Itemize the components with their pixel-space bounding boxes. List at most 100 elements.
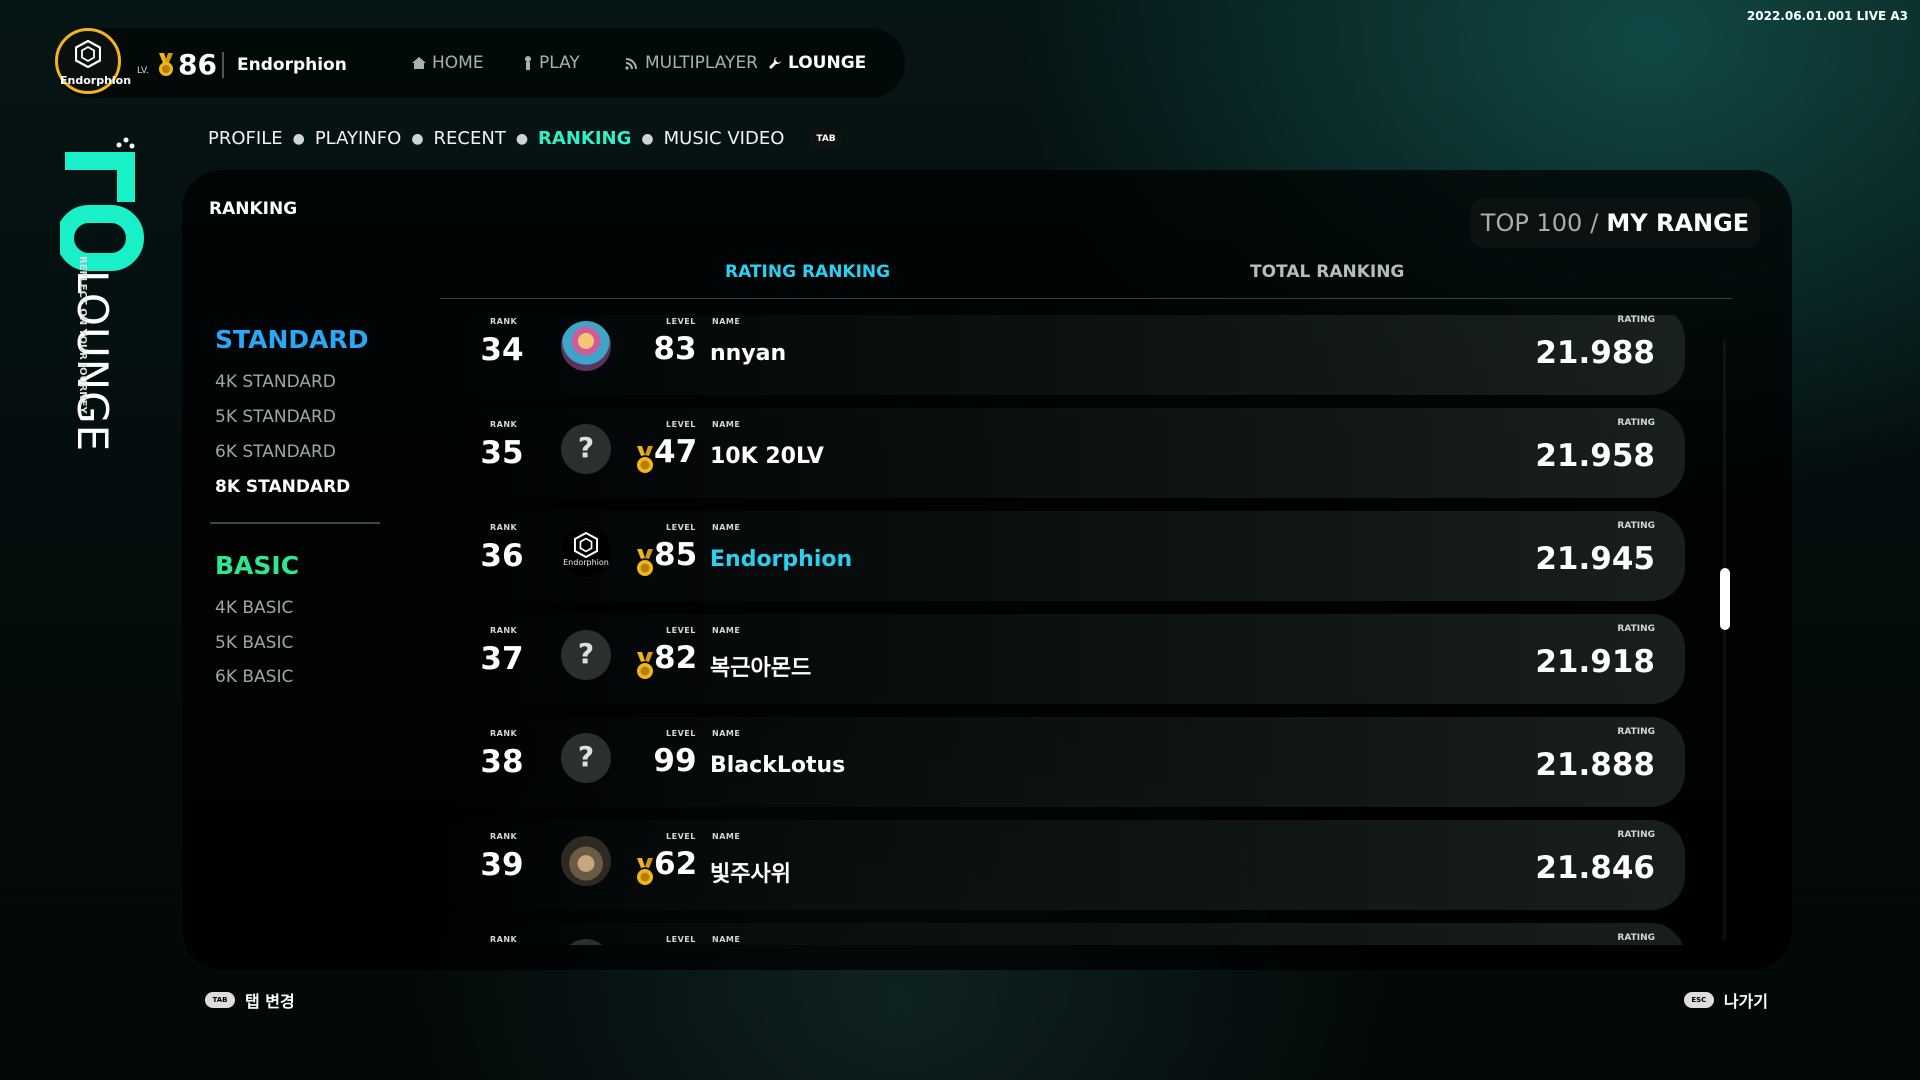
name-label: NAME [712,523,741,532]
sub-tabs: PROFILE ● PLAYINFO ● RECENT ● RANKING ● … [208,128,842,149]
name-label: NAME [712,729,741,738]
question-mark-icon: ? [577,637,595,670]
tab-separator: ● [515,130,529,147]
category-4k-standard[interactable]: 4K STANDARD [215,372,336,392]
level-value: 99 [653,743,697,779]
level-value: 83 [653,331,697,367]
tab-total-ranking[interactable]: TOTAL RANKING [1250,262,1404,282]
rank-label: RANK [490,935,518,944]
rank-value: 39 [480,847,524,883]
rank-label: RANK [490,626,518,635]
rating-label: RATING [1617,315,1655,325]
medal-icon [159,53,173,76]
rating-label: RATING [1617,933,1655,943]
nav-multiplayer-label: MULTIPLAYER [645,53,758,73]
category-4k-basic[interactable]: 4K BASIC [215,598,293,618]
panel-title: RANKING [209,199,298,219]
player-name-value: 복근아몬드 [710,656,812,681]
endorphion-logo-icon [75,40,101,68]
footer-tab-label: 탭 변경 [245,992,295,1011]
table-row[interactable]: RANK 38? LEVEL 99 NAME BlackLotus RATING 21.888 [440,717,1685,807]
rating-value: 21.988 [1535,335,1655,371]
level-label: LEVEL [666,935,696,944]
person-icon [525,56,531,70]
question-mark-icon: ? [577,431,595,464]
rank-label: RANK [490,832,518,841]
logo-lounge-text: LOUNGE [68,270,117,453]
category-8k-standard[interactable]: 8K STANDARD [215,477,350,497]
nav-lounge[interactable]: LOUNGE [768,53,866,73]
range-toggle[interactable]: TOP 100 / MY RANGE [1470,198,1760,248]
tab-music-video[interactable]: MUSIC VIDEO [664,128,785,149]
avatar-name: Endorphion [60,74,132,87]
tab-separator: ● [641,130,654,147]
table-row[interactable]: RANK 35? LEVEL 47 NAME 10K 20LV RATING 21.958 [440,408,1685,498]
rating-value: 21.945 [1535,541,1655,577]
nav-play[interactable]: PLAY [523,53,580,73]
dots-icon [116,137,135,149]
user-avatar [561,836,611,886]
unknown-avatar: ? [561,733,611,783]
table-row-self[interactable]: RANK 36 Endorphion LEVEL 85 NAME Endorphion RAT… [440,511,1685,601]
level-value: 62 [654,846,698,882]
category-5k-basic[interactable]: 5K BASIC [215,633,293,653]
logo-tagline: REFLECT ON YOUR JOURNEY [77,256,88,414]
tab-separator: ● [292,130,305,147]
rating-label: RATING [1617,830,1655,840]
footer-esc-hint[interactable]: ESC 나가기 [1683,988,1768,1012]
table-row[interactable]: RANK 34 LEVEL 83 NAME nnyan RATING 21.988 [440,315,1685,395]
tab-profile[interactable]: PROFILE [208,128,283,149]
table-row[interactable]: RANK 37? LEVEL 82 NAME 복근아몬드 RATING 21.918 [440,614,1685,704]
tab-key-icon: TAB [205,992,235,1008]
table-row[interactable]: RANK? LEVEL NAME RATING [440,923,1685,945]
name-label: NAME [712,935,741,944]
level-label: LEVEL [666,832,696,841]
category-6k-standard[interactable]: 6K STANDARD [215,442,336,462]
player-name-value: nnyan [710,341,787,366]
scrollbar-thumb[interactable] [1720,568,1730,630]
range-my-range[interactable]: MY RANGE [1606,209,1749,237]
level-value: 47 [654,434,698,470]
tab-ranking[interactable]: RANKING [538,128,631,149]
range-top100[interactable]: TOP 100 [1481,209,1582,237]
level-label: LEVEL [666,317,696,326]
top-separator [222,52,224,78]
footer-tab-hint[interactable]: TAB 탭 변경 [205,988,295,1012]
tab-rating-ranking[interactable]: RATING RANKING [725,262,890,282]
ranking-list[interactable]: RANK 34 LEVEL 83 NAME nnyan RATING 21.988 RANK 35… [440,315,1690,945]
rating-value: 21.888 [1535,747,1655,783]
unknown-avatar: ? [561,630,611,680]
category-6k-basic[interactable]: 6K BASIC [215,667,293,687]
player-level: 86 [178,48,217,81]
level-tag: LV. [137,66,149,76]
level-label: LEVEL [666,420,696,429]
level-label: LEVEL [666,523,696,532]
rank-label: RANK [490,523,518,532]
category-5k-standard[interactable]: 5K STANDARD [215,407,336,427]
nav-play-label: PLAY [539,53,580,73]
player-avatar[interactable]: Endorphion [55,28,132,94]
nav-multiplayer[interactable]: MULTIPLAYER [625,53,758,73]
name-label: NAME [712,420,741,429]
player-name: Endorphion [237,55,347,75]
tab-recent[interactable]: RECENT [434,128,506,149]
rank-value: 35 [480,435,524,471]
medal-icon [637,858,653,885]
rating-label: RATING [1617,727,1655,737]
tab-playinfo[interactable]: PLAYINFO [315,128,402,149]
scrollbar-track[interactable] [1723,340,1726,940]
player-name-value: BlackLotus [710,753,846,778]
category-basic[interactable]: BASIC [215,551,299,580]
category-standard[interactable]: STANDARD [215,325,369,354]
rating-label: RATING [1617,418,1655,428]
table-row[interactable]: RANK 39 LEVEL 62 NAME 빛주사위 RATING 21.846 [440,820,1685,910]
version-label: 2022.06.01.001 LIVE A3 [1746,9,1908,23]
level-label: LEVEL [666,729,696,738]
range-slash: / [1590,209,1599,237]
endorphion-logo-icon [574,532,598,558]
nav-home[interactable]: HOME [412,53,484,73]
rank-label: RANK [490,317,518,326]
avatar-mini-name: Endorphion [563,558,609,567]
name-label: NAME [712,832,741,841]
rating-label: RATING [1617,624,1655,634]
